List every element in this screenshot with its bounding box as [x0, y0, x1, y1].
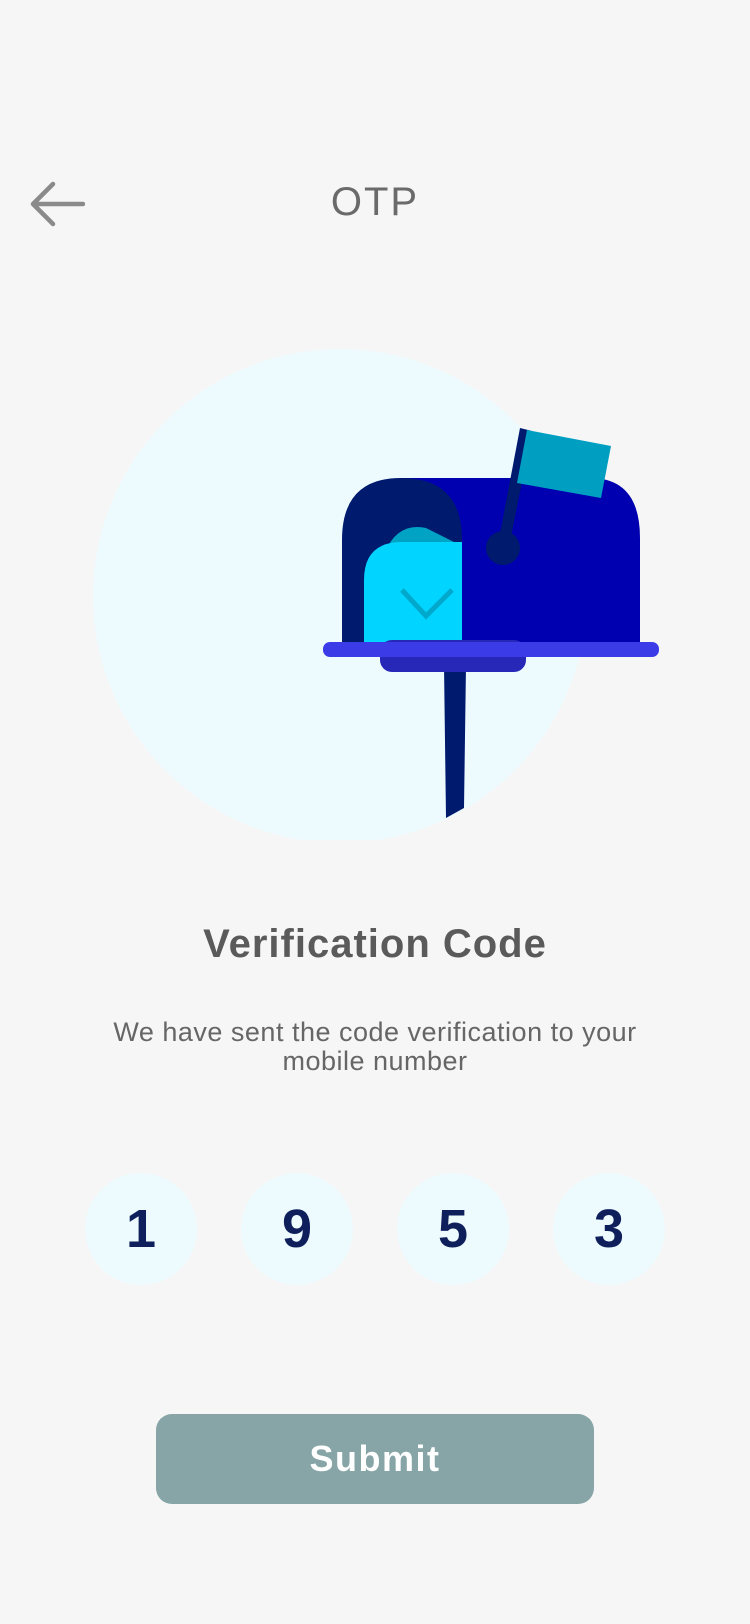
verification-subtitle: We have sent the code verification to yo… [113, 1017, 637, 1076]
otp-digit-4[interactable]: 3 [553, 1173, 665, 1285]
otp-digit-2[interactable]: 9 [241, 1173, 353, 1285]
submit-button[interactable]: Submit [156, 1414, 594, 1504]
mailbox-post [444, 665, 466, 818]
otp-digit-1[interactable]: 1 [85, 1173, 197, 1285]
otp-input-group: 1 9 5 3 [0, 1173, 750, 1285]
page-title: OTP [330, 180, 420, 224]
otp-digit-3[interactable]: 5 [397, 1173, 509, 1285]
flag-pivot [486, 531, 520, 565]
verification-heading: Verification Code [203, 922, 547, 966]
mailbox-illustration [0, 340, 750, 843]
header-bar: OTP [0, 150, 750, 260]
mailbox-base [323, 642, 659, 657]
